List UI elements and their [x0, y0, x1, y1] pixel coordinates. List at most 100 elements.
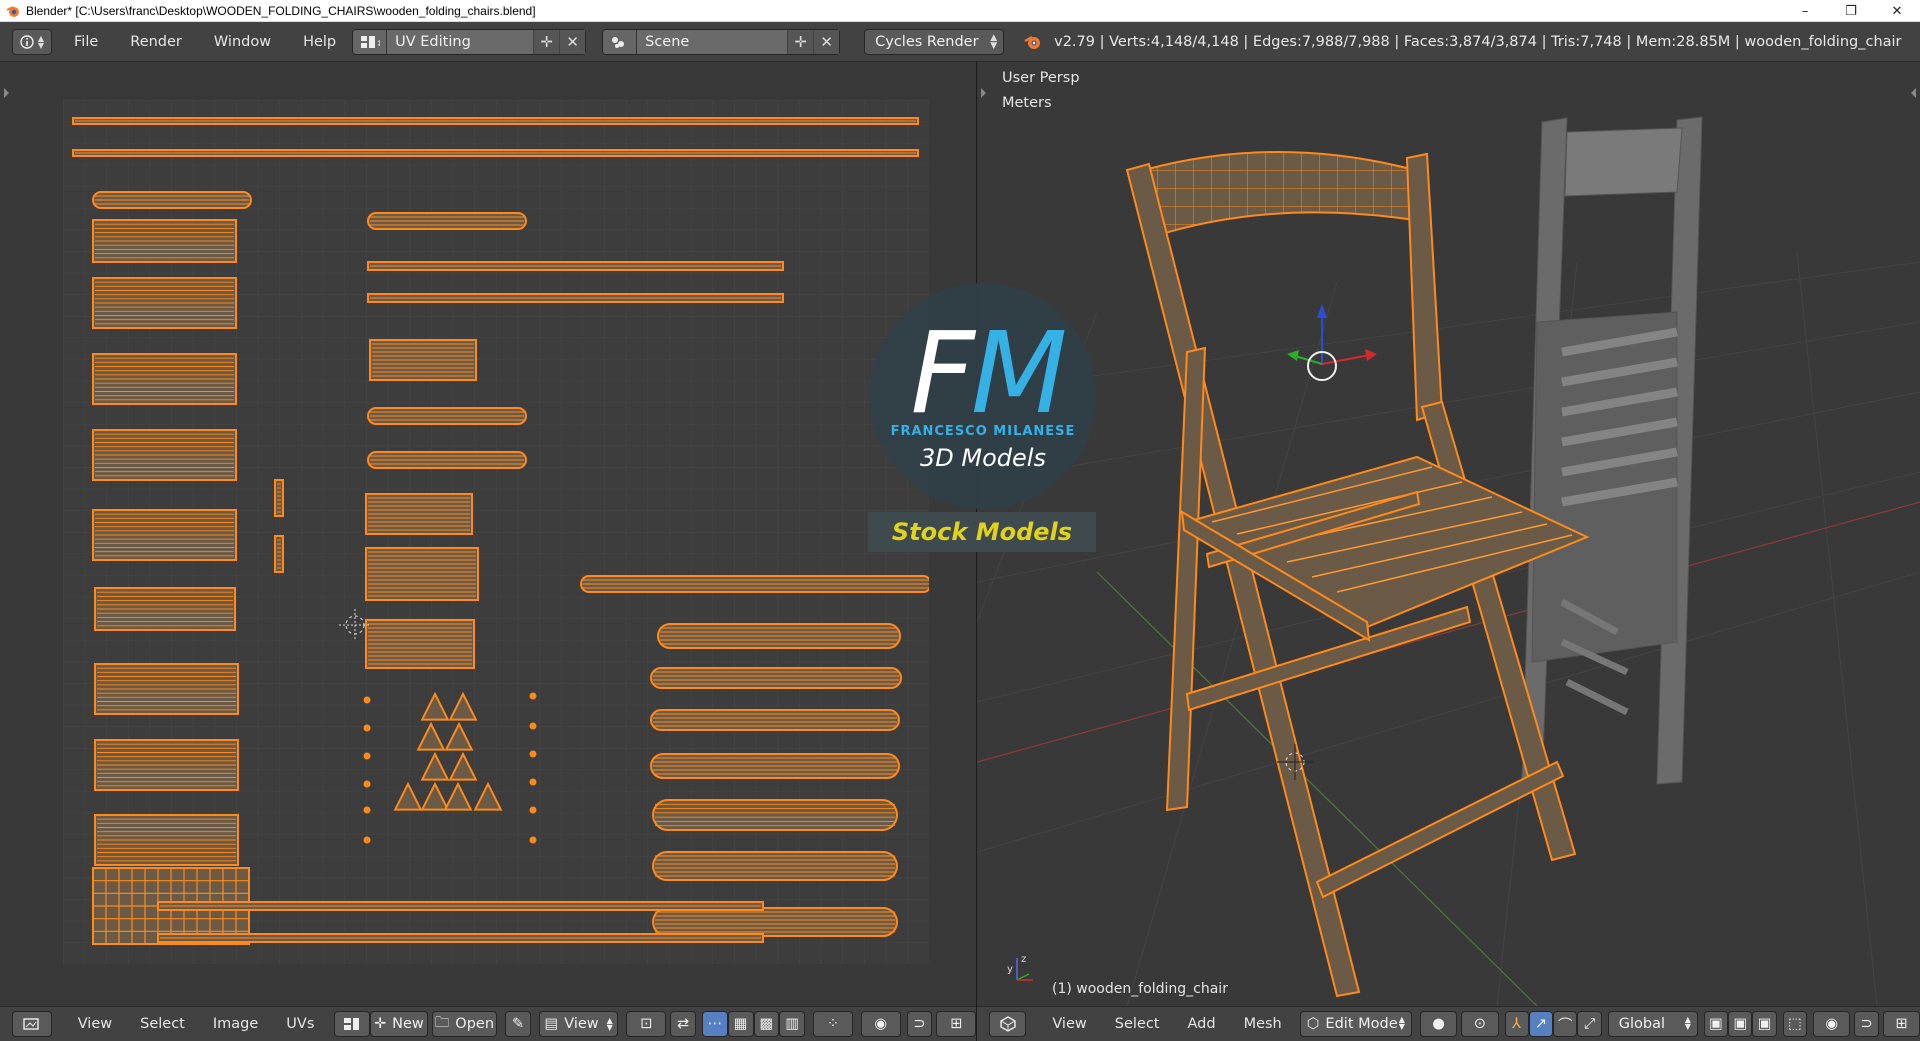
new-image-button[interactable]: ✛ New	[370, 1011, 428, 1037]
svg-text:y: y	[1007, 964, 1013, 975]
pivot-point-dropdown[interactable]: ⊙	[1461, 1011, 1499, 1037]
view-mode-dropdown[interactable]: ▤ View ▲ ▼	[538, 1011, 619, 1037]
uv-menu-image[interactable]: Image	[201, 1016, 270, 1032]
window-title: Blender* [C:\Users\franc\Desktop\WOODEN_…	[26, 3, 536, 18]
v3d-menu-select[interactable]: Select	[1103, 1016, 1172, 1032]
viewport-canvas[interactable]: z y	[977, 62, 1920, 1006]
snap-toggle-3d[interactable]: ⊃	[1854, 1011, 1879, 1037]
close-button[interactable]: ✕	[1874, 0, 1920, 22]
uv-island-dot	[529, 806, 537, 814]
vertex-select-mode[interactable]: ⋯	[701, 1011, 728, 1037]
delete-screen-button[interactable]: ✕	[559, 29, 586, 54]
minimize-button[interactable]: –	[1782, 0, 1828, 22]
3d-view-icon	[999, 1016, 1016, 1032]
blender-window: Blender* [C:\Users\franc\Desktop\WOODEN_…	[0, 0, 1920, 1041]
face-select-mode[interactable]: ▩	[753, 1011, 780, 1037]
image-browse-button[interactable]	[334, 1011, 371, 1037]
pivot-dropdown[interactable]: ⊡	[626, 1011, 667, 1037]
menu-help[interactable]: Help	[291, 34, 348, 50]
viewport-shading-dropdown[interactable]: ●	[1419, 1011, 1458, 1037]
blender-app-icon	[6, 5, 19, 17]
chevron-updown-icon: ▲ ▼	[1684, 1015, 1691, 1031]
pin-image-button[interactable]: ✎	[505, 1011, 531, 1037]
uv-island-dot	[363, 836, 371, 844]
translate-icon: ↗	[1534, 1016, 1548, 1032]
proportional-edit-icon: ◉	[874, 1016, 887, 1032]
chevron-updown-icon: ▲ ▼	[1398, 1015, 1405, 1031]
uv-menu-view[interactable]: View	[66, 1016, 124, 1032]
menu-file[interactable]: File	[62, 34, 110, 50]
window-titlebar: Blender* [C:\Users\franc\Desktop\WOODEN_…	[0, 0, 1920, 22]
scene-name[interactable]: Scene	[637, 29, 788, 54]
magnet-icon: ⊃	[913, 1016, 926, 1032]
uv-island	[274, 479, 284, 517]
uv-canvas[interactable]	[63, 100, 929, 964]
delete-scene-button[interactable]: ✕	[813, 29, 840, 54]
proportional-edit-dropdown[interactable]: ◉	[860, 1011, 901, 1037]
uv-island	[274, 535, 284, 573]
render-engine-label: Cycles Render	[875, 33, 979, 50]
scene-icon	[603, 29, 638, 54]
pin-icon: ✎	[512, 1016, 525, 1032]
uv-island-dot	[529, 778, 537, 786]
blender-logo-icon	[1024, 35, 1041, 49]
render-engine-dropdown[interactable]: Cycles Render ▲ ▼	[864, 28, 1005, 55]
uv-island-dot	[363, 780, 371, 788]
open-image-label: Open	[455, 1016, 495, 1032]
menu-render[interactable]: Render	[118, 34, 194, 50]
edge-select-mode-3d[interactable]: ▣	[1728, 1011, 1753, 1037]
watermark-author: FRANCESCO MILANESE	[890, 424, 1076, 439]
region-toggle-arrow[interactable]	[4, 88, 9, 98]
add-screen-button[interactable]: ✛	[533, 29, 560, 54]
uv-island	[650, 667, 902, 689]
v3d-menu-view[interactable]: View	[1040, 1016, 1098, 1032]
open-image-button[interactable]: 🗀 Open	[431, 1011, 498, 1037]
uv-menu-uvs[interactable]: UVs	[274, 1016, 326, 1032]
layers-toggle[interactable]: ▣	[1703, 1011, 1729, 1037]
snap-element-dropdown-3d[interactable]: ⊞	[1882, 1011, 1920, 1037]
editor-type-selector-3d[interactable]	[989, 1011, 1027, 1037]
transform-orientation-dropdown[interactable]: Global ▲ ▼	[1607, 1011, 1698, 1037]
manipulator-toggle[interactable]: ⅄	[1504, 1011, 1529, 1037]
3d-viewport[interactable]: z y User Persp Meters (1) wooden_folding…	[977, 62, 1920, 1006]
info-header: ▲ ▼ File Render Window Help ↕ UV Editing …	[0, 22, 1920, 62]
face-select-mode-3d[interactable]: ▣	[1752, 1011, 1777, 1037]
folder-icon: 🗀	[434, 1014, 450, 1031]
screen-layout-selector[interactable]: ↕ UV Editing ✛ ✕	[352, 28, 587, 55]
scale-manipulator-button[interactable]: ⤢	[1577, 1011, 1602, 1037]
menu-window[interactable]: Window	[202, 34, 283, 50]
v3d-menu-add[interactable]: Add	[1175, 1016, 1227, 1032]
editor-type-selector[interactable]: ▲ ▼	[12, 28, 52, 55]
uv-image-editor[interactable]	[0, 62, 976, 1006]
maximize-button[interactable]: ❐	[1828, 0, 1874, 22]
snap-element-dropdown[interactable]: ⊞	[936, 1011, 977, 1037]
sync-selection-toggle[interactable]: ⇄	[670, 1011, 696, 1037]
units-label: Meters	[1002, 95, 1052, 111]
proportional-edit-dropdown-3d[interactable]: ◉	[1813, 1011, 1851, 1037]
snap-toggle[interactable]: ⊃	[906, 1011, 933, 1037]
uv-editor-header: View Select Image UVs ✛ New 🗀 Open ✎ ▤ View…	[0, 1006, 977, 1041]
transform-manipulator[interactable]	[1287, 304, 1377, 381]
editor-type-selector-uv[interactable]	[12, 1011, 52, 1037]
rotate-manipulator-button[interactable]: ⌒	[1553, 1011, 1578, 1037]
uv-menu-select[interactable]: Select	[128, 1016, 197, 1032]
window-controls: – ❐ ✕	[1782, 0, 1920, 22]
screen-layout-name[interactable]: UV Editing	[387, 29, 534, 54]
add-scene-button[interactable]: ✛	[787, 29, 814, 54]
limit-selection-toggle[interactable]: ⬚	[1782, 1011, 1808, 1037]
vertex-select-icon: ⋯	[707, 1016, 723, 1032]
v3d-menu-mesh[interactable]: Mesh	[1232, 1016, 1294, 1032]
interaction-mode-label: Edit Mode	[1325, 1016, 1398, 1032]
view-mode-label: View	[564, 1016, 599, 1032]
translate-manipulator-button[interactable]: ↗	[1528, 1011, 1554, 1037]
island-select-mode[interactable]: ▥	[779, 1011, 806, 1037]
interaction-mode-dropdown[interactable]: ⬡ Edit Mode ▲ ▼	[1299, 1011, 1412, 1037]
edge-select-mode[interactable]: ▦	[727, 1011, 754, 1037]
sticky-selection-dropdown[interactable]: ⁘	[813, 1011, 853, 1037]
scene-statistics: v2.79 | Verts:4,148/4,148 | Edges:7,988/…	[1054, 33, 1902, 50]
wooden-folding-chair-model	[1125, 151, 1590, 998]
uv-island-dot	[529, 722, 537, 730]
axis-gizmo-icon: z y	[1007, 954, 1033, 981]
snap-element-icon: ⊞	[950, 1016, 963, 1032]
scene-selector[interactable]: Scene ✛ ✕	[602, 28, 841, 55]
